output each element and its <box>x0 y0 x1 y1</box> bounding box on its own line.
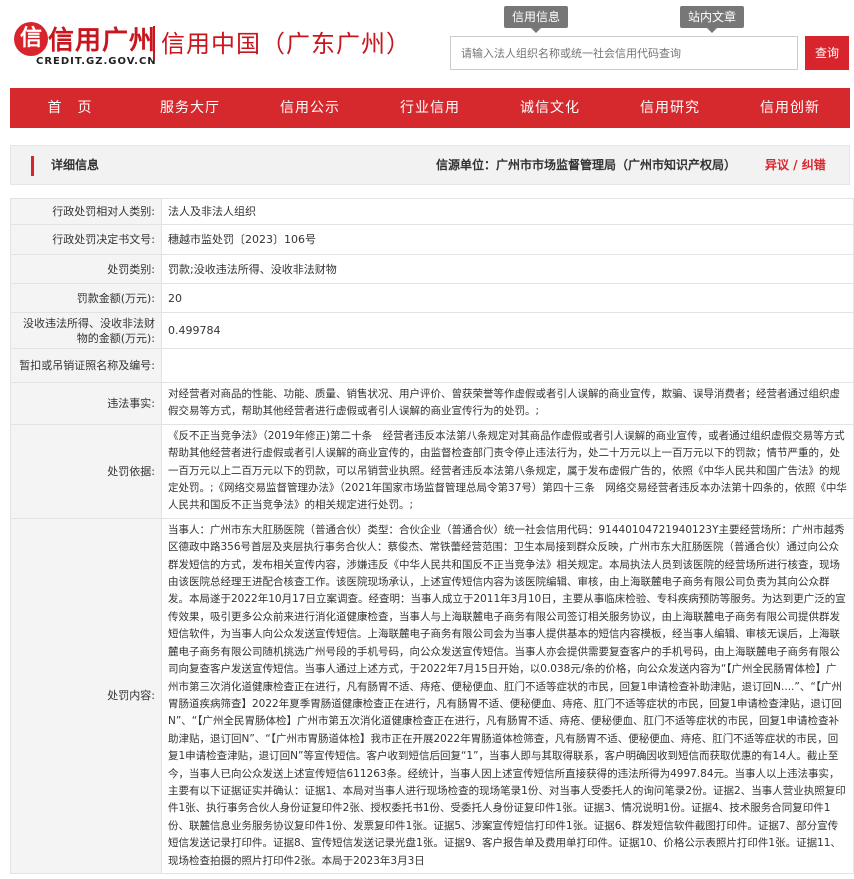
nav-item-service-hall[interactable]: 服务大厅 <box>130 88 250 128</box>
nav-item-credit-innovation[interactable]: 信用创新 <box>730 88 850 128</box>
field-value: 《反不正当竞争法》（2019年修正)第二十条 经营者违反本法第八条规定对其商品作… <box>161 423 854 519</box>
objection-correction-link[interactable]: 异议 / 纠错 <box>765 146 826 184</box>
field-value: 对经营者对商品的性能、功能、质量、销售状况、用户评价、曾获荣誉等作虚假或者引人误… <box>161 382 854 425</box>
field-label: 处罚依据: <box>10 423 162 519</box>
field-label: 行政处罚相对人类别: <box>10 198 162 225</box>
field-value: 当事人：广州市东大肛肠医院（普通合伙）类型：合伙企业（普通合伙）统一社会信用代码… <box>161 517 854 874</box>
table-row: 罚款金额(万元): 20 <box>10 283 854 313</box>
field-value: 罚款;没收违法所得、没收非法财物 <box>161 254 854 284</box>
detail-title: 详细信息 <box>51 158 100 172</box>
tab-site-articles[interactable]: 站内文章 <box>680 6 745 33</box>
nav-item-credit-research[interactable]: 信用研究 <box>610 88 730 128</box>
field-label: 没收违法所得、没收非法财物的金额(万元): <box>10 312 162 349</box>
detail-info-bar: 详细信息 信源单位：广州市市场监督管理局（广州市知识产权局） 异议 / 纠错 <box>10 145 850 185</box>
site-header: 信 信用广州 CREDIT.GZ.GOV.CN 信用中国（广东广州） 信用信息 … <box>0 0 854 88</box>
nav-item-industry-credit[interactable]: 行业信用 <box>370 88 490 128</box>
source-unit: 信源单位：广州市市场监督管理局（广州市知识产权局） <box>436 158 737 172</box>
table-row: 行政处罚相对人类别: 法人及非法人组织 <box>10 198 854 225</box>
search-button[interactable]: 查询 <box>805 36 849 70</box>
field-value: 穗越市监处罚〔2023〕106号 <box>161 224 854 255</box>
table-row: 处罚依据: 《反不正当竞争法》（2019年修正)第二十条 经营者违反本法第八条规… <box>10 423 854 519</box>
table-row: 行政处罚决定书文号: 穗越市监处罚〔2023〕106号 <box>10 224 854 255</box>
table-row: 处罚内容: 当事人：广州市东大肛肠医院（普通合伙）类型：合伙企业（普通合伙）统一… <box>10 517 854 874</box>
field-value: 20 <box>161 283 854 313</box>
tab-credit-info[interactable]: 信用信息 <box>504 6 569 33</box>
site-title: 信用中国（广东广州） <box>161 30 411 58</box>
field-value <box>161 348 854 383</box>
main-nav: 首 页 服务大厅 信用公示 行业信用 诚信文化 信用研究 信用创新 <box>10 88 850 128</box>
search-input[interactable] <box>450 36 798 70</box>
field-label: 处罚类别: <box>10 254 162 284</box>
table-row: 违法事实: 对经营者对商品的性能、功能、质量、销售状况、用户评价、曾获荣誉等作虚… <box>10 382 854 425</box>
field-label: 违法事实: <box>10 382 162 425</box>
field-label: 行政处罚决定书文号: <box>10 224 162 255</box>
logo-divider <box>153 26 155 60</box>
field-label: 暂扣或吊销证照名称及编号: <box>10 348 162 383</box>
logo-mark-icon: 信 <box>14 22 48 56</box>
site-logo[interactable]: 信 信用广州 CREDIT.GZ.GOV.CN <box>14 18 157 67</box>
nav-item-home[interactable]: 首 页 <box>10 88 130 128</box>
field-label: 罚款金额(万元): <box>10 283 162 313</box>
field-value: 法人及非法人组织 <box>161 198 854 225</box>
nav-item-integrity-culture[interactable]: 诚信文化 <box>490 88 610 128</box>
table-row: 暂扣或吊销证照名称及编号: <box>10 348 854 383</box>
logo-subtext: CREDIT.GZ.GOV.CN <box>36 56 157 67</box>
table-row: 没收违法所得、没收非法财物的金额(万元): 0.499784 <box>10 312 854 349</box>
title-accent <box>31 156 34 176</box>
logo-text: 信用广州 <box>48 26 157 56</box>
field-value: 0.499784 <box>161 312 854 349</box>
penalty-detail-table: 行政处罚相对人类别: 法人及非法人组织 行政处罚决定书文号: 穗越市监处罚〔20… <box>10 198 854 874</box>
table-row: 处罚类别: 罚款;没收违法所得、没收非法财物 <box>10 254 854 284</box>
field-label: 处罚内容: <box>10 517 162 874</box>
nav-item-credit-disclosure[interactable]: 信用公示 <box>250 88 370 128</box>
